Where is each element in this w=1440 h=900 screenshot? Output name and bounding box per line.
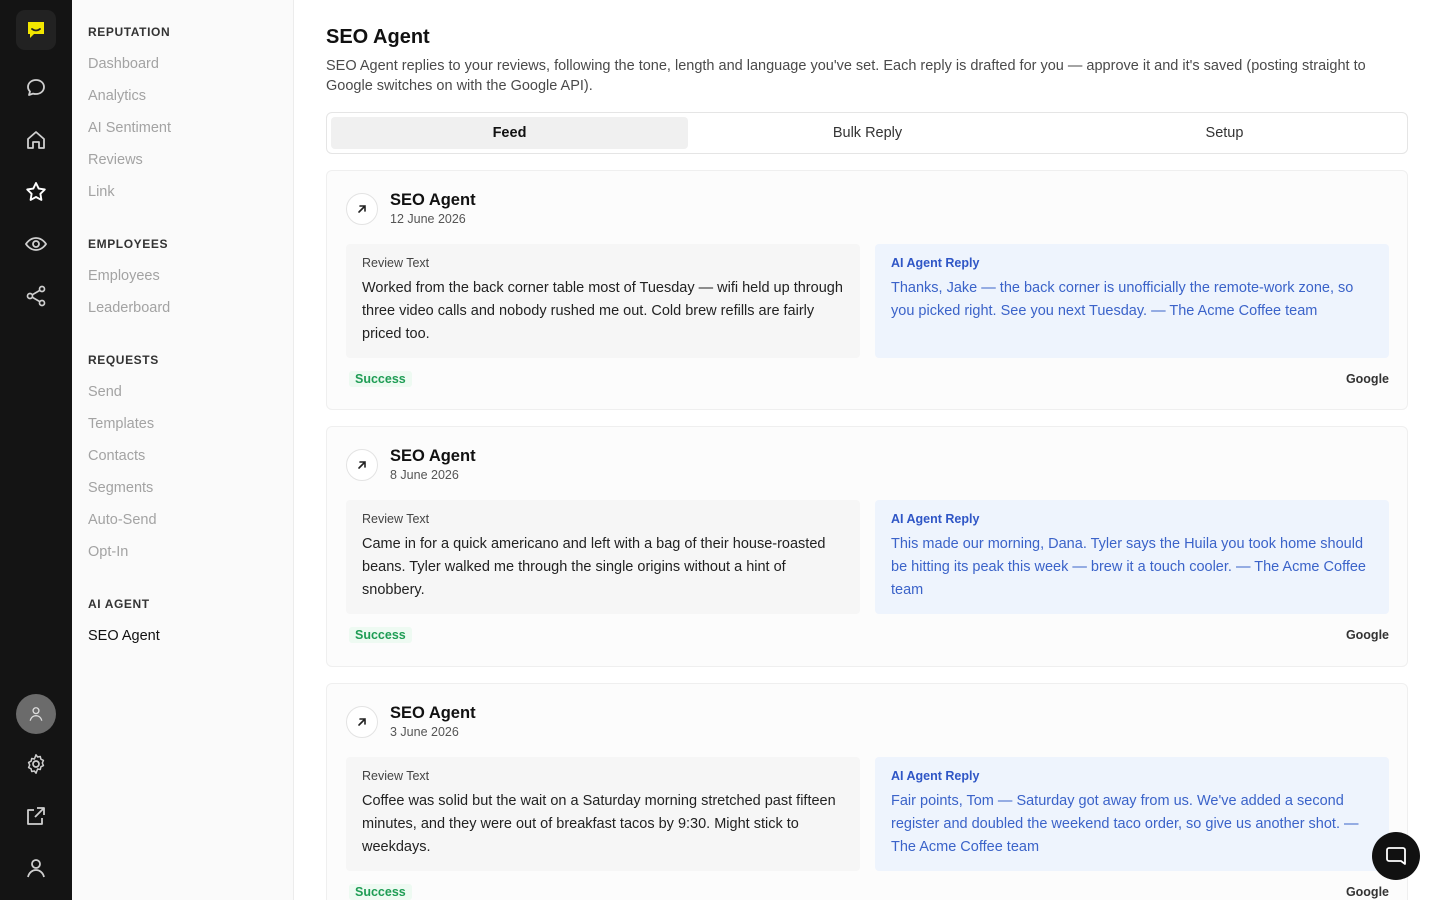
- feed-card: SEO Agent 12 June 2026 Review Text Worke…: [326, 170, 1408, 410]
- card-title: SEO Agent: [390, 191, 476, 209]
- sidebar-item-dashboard[interactable]: Dashboard: [88, 56, 159, 72]
- tab-bulk-reply[interactable]: Bulk Reply: [689, 117, 1046, 149]
- external-link-icon[interactable]: [16, 796, 56, 836]
- sidebar-item-ai-sentiment[interactable]: AI Sentiment: [88, 120, 171, 136]
- section-heading-reputation: REPUTATION: [88, 25, 171, 39]
- sidebar-item-opt-in[interactable]: Opt-In: [88, 544, 128, 560]
- tab-feed[interactable]: Feed: [331, 117, 688, 149]
- tab-bar: Feed Bulk Reply Setup: [326, 112, 1408, 154]
- eye-icon[interactable]: [16, 224, 56, 264]
- sidebar-item-segments[interactable]: Segments: [88, 480, 153, 496]
- sidebar-item-employees[interactable]: Employees: [88, 268, 160, 284]
- source-label: Google: [1345, 885, 1389, 899]
- sidebar-item-send[interactable]: Send: [88, 384, 122, 400]
- gear-icon[interactable]: [16, 744, 56, 784]
- source-label: Google: [1345, 628, 1389, 642]
- chat-bubble-icon[interactable]: [16, 68, 56, 108]
- review-text: Came in for a quick americano and left w…: [362, 536, 826, 598]
- section-heading-requests: REQUESTS: [88, 353, 159, 367]
- section-heading-ai-agent: AI AGENT: [88, 597, 150, 611]
- arrow-up-right-icon[interactable]: [346, 706, 378, 738]
- reply-text: This made our morning, Dana. Tyler says …: [891, 536, 1366, 598]
- sidebar-item-auto-send[interactable]: Auto-Send: [88, 512, 157, 528]
- review-label: Review Text: [362, 769, 430, 783]
- reply-box: AI Agent Reply Thanks, Jake — the back c…: [875, 244, 1389, 358]
- section-heading-employees: EMPLOYEES: [88, 237, 169, 251]
- chat-launcher-button[interactable]: [1372, 832, 1420, 880]
- source-label: Google: [1345, 372, 1389, 386]
- sidebar: REPUTATION Dashboard Analytics AI Sentim…: [72, 0, 294, 900]
- reply-box: AI Agent Reply Fair points, Tom — Saturd…: [875, 757, 1389, 871]
- card-title: SEO Agent: [390, 704, 476, 722]
- status-badge: Success: [349, 371, 412, 387]
- star-icon[interactable]: [16, 172, 56, 212]
- arrow-up-right-icon[interactable]: [346, 193, 378, 225]
- feed-card: SEO Agent 3 June 2026 Review Text Coffee…: [326, 683, 1408, 900]
- card-date: 8 June 2026: [390, 468, 459, 482]
- review-text: Coffee was solid but the wait on a Satur…: [362, 793, 836, 855]
- card-title: SEO Agent: [390, 447, 476, 465]
- reply-text: Thanks, Jake — the back corner is unoffi…: [891, 280, 1354, 319]
- review-box: Review Text Coffee was solid but the wai…: [346, 757, 860, 871]
- page-title: SEO Agent: [326, 26, 430, 48]
- share-icon[interactable]: [16, 276, 56, 316]
- tab-setup[interactable]: Setup: [1046, 117, 1403, 149]
- card-date: 12 June 2026: [390, 212, 466, 226]
- reply-label: AI Agent Reply: [891, 769, 980, 783]
- icon-rail: [0, 0, 72, 900]
- reply-label: AI Agent Reply: [891, 512, 980, 526]
- sidebar-item-contacts[interactable]: Contacts: [88, 448, 145, 464]
- sidebar-item-seo-agent[interactable]: SEO Agent: [88, 628, 160, 644]
- sidebar-item-link[interactable]: Link: [88, 184, 115, 200]
- sidebar-item-reviews[interactable]: Reviews: [88, 152, 143, 168]
- page-description: SEO Agent replies to your reviews, follo…: [326, 58, 1366, 94]
- feed-card: SEO Agent 8 June 2026 Review Text Came i…: [326, 426, 1408, 667]
- card-date: 3 June 2026: [390, 725, 459, 739]
- review-box: Review Text Came in for a quick american…: [346, 500, 860, 614]
- review-label: Review Text: [362, 512, 430, 526]
- reply-label: AI Agent Reply: [891, 256, 980, 270]
- sidebar-item-leaderboard[interactable]: Leaderboard: [88, 300, 170, 316]
- reply-text: Fair points, Tom — Saturday got away fro…: [891, 793, 1359, 855]
- avatar-icon[interactable]: [16, 694, 56, 734]
- sidebar-item-analytics[interactable]: Analytics: [88, 88, 146, 104]
- logo-chat-icon[interactable]: [16, 10, 56, 50]
- chat-icon: [1384, 844, 1408, 868]
- reply-box: AI Agent Reply This made our morning, Da…: [875, 500, 1389, 614]
- sidebar-item-templates[interactable]: Templates: [88, 416, 154, 432]
- status-badge: Success: [349, 627, 412, 643]
- home-icon[interactable]: [16, 120, 56, 160]
- review-label: Review Text: [362, 256, 430, 270]
- review-box: Review Text Worked from the back corner …: [346, 244, 860, 358]
- user-icon[interactable]: [16, 848, 56, 888]
- review-text: Worked from the back corner table most o…: [362, 280, 843, 342]
- arrow-up-right-icon[interactable]: [346, 449, 378, 481]
- status-badge: Success: [349, 884, 412, 900]
